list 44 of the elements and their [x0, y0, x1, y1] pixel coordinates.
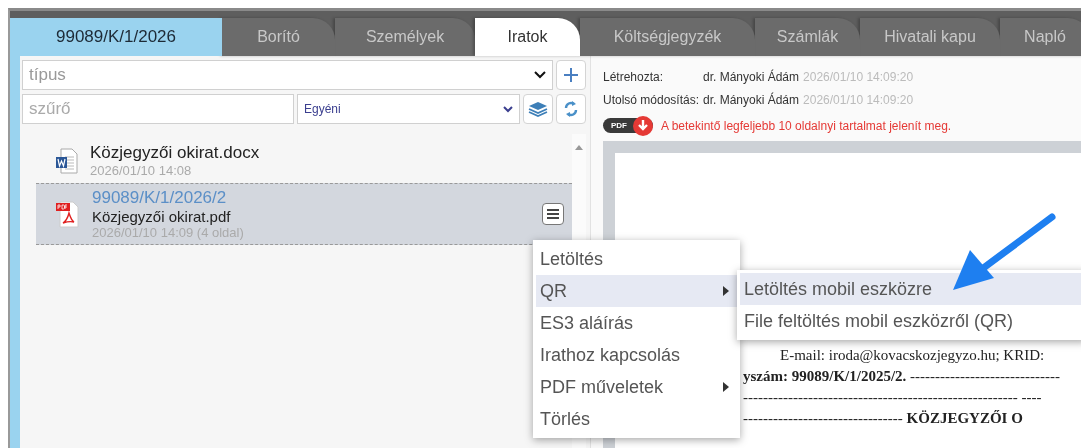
chevron-down-icon — [534, 71, 546, 79]
document-text: ------------------------------------------------------- ---- — [743, 388, 1042, 407]
word-file-icon — [56, 147, 78, 174]
arrow-icon — [953, 213, 1056, 290]
refresh-button[interactable] — [556, 94, 586, 124]
document-date: 2026/01/10 14:08 — [90, 163, 193, 178]
document-text: -------------------------------- KÖZJEGYZŐI O — [743, 409, 1023, 428]
menu-button[interactable] — [542, 203, 564, 225]
filter-field[interactable]: szűrő — [22, 94, 294, 124]
document-text: yszám: 99089/K/1/2025/2. ------------------------------ — [743, 367, 1060, 386]
menu-icon — [546, 208, 560, 220]
scroll-up-icon[interactable] — [575, 144, 583, 150]
menu-item[interactable]: ES3 aláírás — [536, 307, 737, 339]
layers-icon — [528, 101, 548, 117]
chevron-down-icon — [503, 105, 513, 113]
info-label: Létrehozta: — [603, 69, 665, 86]
menu-item[interactable]: File feltöltés mobil eszközről (QR) — [740, 305, 1081, 337]
timestamp: 2026/01/10 14:09:20 — [803, 92, 914, 109]
menu-item[interactable]: PDF műveletek — [536, 371, 737, 403]
timestamp: 2026/01/10 14:09:20 — [803, 69, 914, 86]
pdf-download-button[interactable]: PDF — [603, 118, 653, 133]
tab[interactable]: 99089/K/1/2026 — [10, 18, 222, 56]
menu-item[interactable]: QR — [536, 275, 737, 307]
notice-text: A betekintő legfeljebb 10 oldalnyi tartalmat jelenít meg. — [661, 118, 952, 133]
document-number: 99089/K/1/2026/2 — [92, 188, 228, 208]
refresh-icon — [563, 99, 579, 119]
menu-item[interactable]: Irathoz kapcsolás — [536, 339, 737, 371]
tab[interactable]: Iratok — [475, 18, 580, 56]
menu-item[interactable]: Törlés — [536, 403, 737, 435]
document-item[interactable]: Közjegyzői okirat.docx 2026/01/10 14:08 — [36, 138, 572, 183]
menu-item[interactable]: Letöltés — [536, 243, 737, 275]
document-name: Közjegyzői okirat.pdf — [92, 208, 232, 225]
document-name: Közjegyzői okirat.docx — [90, 143, 261, 163]
download-icon — [633, 115, 653, 136]
pdf-file-icon — [56, 200, 80, 228]
plus-icon — [564, 68, 578, 82]
info-label: Utolsó módosítás: — [603, 92, 701, 109]
menu-item[interactable]: Letöltés mobil eszközre — [740, 273, 1081, 305]
document-text: E-mail: iroda@kovacskozjegyzo.hu; KRID: — [780, 346, 1045, 365]
add-button[interactable] — [556, 60, 586, 90]
user-name: dr. Mányoki Ádám — [703, 91, 800, 109]
view-select[interactable]: Egyéni — [297, 94, 520, 124]
layers-button[interactable] — [523, 94, 553, 124]
user-name: dr. Mányoki Ádám — [703, 68, 800, 86]
